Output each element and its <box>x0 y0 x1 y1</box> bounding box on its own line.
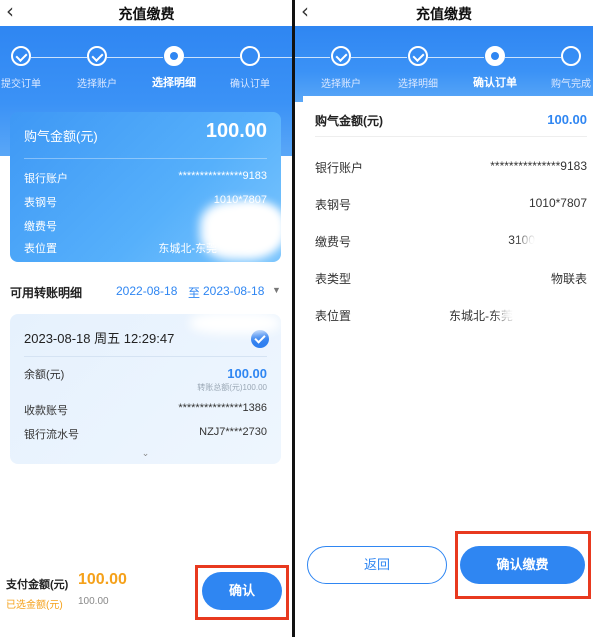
detail-label: 银行账户 <box>315 161 364 175</box>
highlight-box <box>195 565 289 620</box>
date-separator: 至 <box>188 286 201 300</box>
detail-value: ***************9183 <box>490 159 587 173</box>
transfer-total: 转账总额(元)100.00 <box>197 383 267 392</box>
check-circle-icon <box>11 46 31 66</box>
receiver-value: ***************1386 <box>178 402 267 414</box>
detail-value: 100.00 <box>547 112 587 127</box>
balance-value: 100.00 <box>227 366 267 381</box>
step-select-details: 选择明细 <box>139 46 209 90</box>
step-submit-order: 提交订单 <box>0 46 56 90</box>
divider <box>24 356 267 357</box>
amount-value: 100.00 <box>205 120 267 142</box>
redaction-blur <box>500 300 585 328</box>
step-select-details: 选择明细 <box>383 46 453 90</box>
bank-account-row: 银行账户 ***************9183 <box>24 170 267 186</box>
left-screen: ‹ 充值缴费 提交订单 选择账户 选择明细 确认订单 购气金额(元) 100.0… <box>0 0 293 637</box>
detail-label: 购气金额(元) <box>315 114 383 128</box>
serial-label: 银行流水号 <box>24 429 79 441</box>
stepper: 提交订单 选择账户 选择明细 确认订单 <box>0 26 293 96</box>
check-circle-icon <box>87 46 107 66</box>
date-to[interactable]: 2023-08-18 <box>203 284 264 298</box>
redaction-blur <box>523 228 583 258</box>
balance-label: 余额(元) <box>24 369 65 381</box>
receiver-row: 收款账号 ***************1386 <box>24 402 267 418</box>
step-header: 选择账户 选择明细 确认订单 购气完成 <box>295 26 593 102</box>
step-select-account: 选择账户 <box>62 46 132 90</box>
pay-amount-value: 100.00 <box>78 571 127 588</box>
pending-step-icon <box>561 46 581 66</box>
receiver-label: 收款账号 <box>24 405 68 417</box>
step-label: 确认订单 <box>473 77 517 89</box>
detail-row-meter-no: 表钢号 1010*7807 <box>315 196 587 212</box>
caret-down-icon[interactable]: ▼ <box>272 285 281 295</box>
detail-row-meter-type: 表类型 物联表 <box>315 270 587 286</box>
redaction-blur <box>230 205 285 250</box>
detail-label: 表类型 <box>315 272 352 286</box>
page-title: 充值缴费 <box>118 6 175 22</box>
step-select-account: 选择账户 <box>306 46 376 90</box>
step-label: 购气完成 <box>551 79 591 90</box>
selected-amount-value: 100.00 <box>78 596 109 607</box>
detail-label: 表位置 <box>315 309 352 323</box>
step-label: 确认订单 <box>230 79 270 90</box>
transfer-details-title: 可用转账明细 <box>10 286 83 300</box>
transaction-card[interactable]: 2023-08-18 周五 12:29:47 余额(元) 100.00 转账总额… <box>10 314 281 464</box>
date-from[interactable]: 2022-08-18 <box>116 284 177 298</box>
amount-label: 购气金额(元) <box>24 129 98 144</box>
transfer-details-header: 可用转账明细 2022-08-18 至 2023-08-18 ▼ <box>10 284 285 300</box>
step-label: 选择明细 <box>398 79 438 90</box>
serial-row: 银行流水号 NZJ7****2730 <box>24 426 267 442</box>
current-step-icon <box>485 46 505 66</box>
page-title: 充值缴费 <box>416 6 472 22</box>
check-circle-icon <box>331 46 351 66</box>
step-confirm-order: 确认订单 <box>460 46 530 90</box>
back-button[interactable]: 返回 <box>307 546 447 584</box>
redaction-blur <box>190 312 280 334</box>
stepper: 选择账户 选择明细 确认订单 购气完成 <box>295 26 593 96</box>
detail-row-bank-account: 银行账户 ***************9183 <box>315 159 587 175</box>
step-purchase-complete: 购气完成 <box>536 46 593 90</box>
payment-no-label: 缴费号 <box>24 221 57 233</box>
step-label: 选择明细 <box>152 77 196 89</box>
highlight-box <box>455 531 591 599</box>
detail-label: 缴费号 <box>315 235 352 249</box>
chevron-down-icon[interactable]: ⌄ <box>10 448 281 459</box>
pay-amount-label: 支付金额(元) <box>6 579 69 591</box>
pending-step-icon <box>240 46 260 66</box>
detail-label: 表钢号 <box>315 198 352 212</box>
title-bar: ‹ 充值缴费 <box>295 0 593 26</box>
selected-amount-label: 已选金额(元) <box>6 600 63 611</box>
title-bar: ‹ 充值缴费 <box>0 0 293 26</box>
divider <box>315 136 587 137</box>
detail-value: 1010*7807 <box>528 196 587 210</box>
check-circle-icon <box>408 46 428 66</box>
bank-account-value: ***************9183 <box>178 170 267 182</box>
location-label: 表位置 <box>24 243 57 255</box>
bank-account-label: 银行账户 <box>24 173 68 185</box>
step-confirm-order: 确认订单 <box>215 46 285 90</box>
detail-value: 物联表 <box>550 272 587 286</box>
step-label: 选择账户 <box>77 79 117 90</box>
serial-value: NZJ7****2730 <box>199 426 267 438</box>
step-label: 选择账户 <box>321 79 361 90</box>
current-step-icon <box>164 46 184 66</box>
right-screen: ‹ 充值缴费 选择账户 选择明细 确认订单 购气完成 购气金额(元) 100.0… <box>295 0 593 637</box>
transaction-datetime: 2023-08-18 周五 12:29:47 <box>24 331 175 346</box>
meter-no-label: 表钢号 <box>24 197 57 209</box>
detail-row-amount: 购气金额(元) 100.00 <box>315 112 587 128</box>
step-label: 提交订单 <box>1 79 41 90</box>
divider <box>24 158 267 159</box>
